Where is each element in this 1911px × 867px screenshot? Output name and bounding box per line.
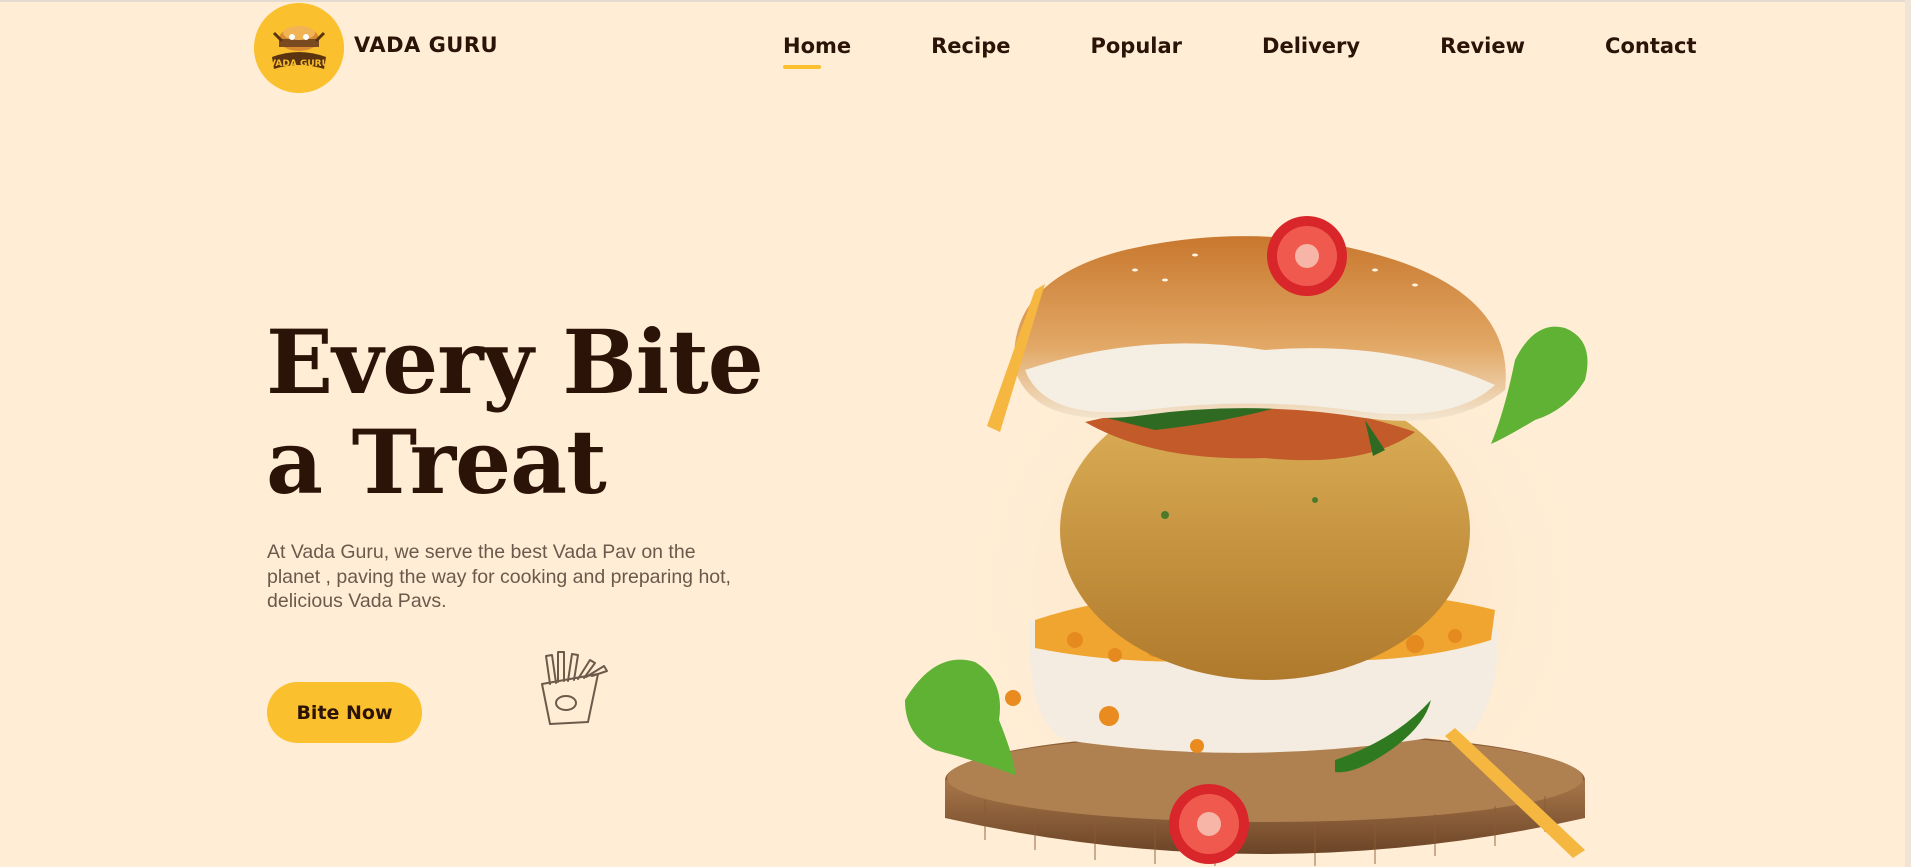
main-nav: Home Recipe Popular Delivery Review Cont… [783, 34, 1697, 69]
nav-home[interactable]: Home [783, 34, 851, 69]
brand-name[interactable]: VADA GURU [354, 33, 498, 57]
brand-logo[interactable]: VADA GURU [254, 3, 344, 93]
nav-recipe[interactable]: Recipe [931, 34, 1010, 58]
fries-doodle-icon [528, 648, 612, 726]
logo-text: VADA GURU [269, 59, 329, 69]
hero-vada-pav-image [895, 200, 1635, 867]
scrollbar[interactable] [1905, 0, 1911, 867]
hero-title-line2: a Treat [266, 410, 607, 514]
hero-title: Every Bite a Treat [266, 310, 764, 514]
nav-popular[interactable]: Popular [1090, 34, 1182, 58]
hero-description: At Vada Guru, we serve the best Vada Pav… [267, 541, 731, 612]
bite-now-button[interactable]: Bite Now [267, 682, 422, 743]
hero-title-line1: Every Bite [266, 310, 764, 414]
nav-contact[interactable]: Contact [1605, 34, 1697, 58]
nav-review[interactable]: Review [1440, 34, 1525, 58]
nav-delivery[interactable]: Delivery [1262, 34, 1360, 58]
top-border [0, 0, 1911, 2]
